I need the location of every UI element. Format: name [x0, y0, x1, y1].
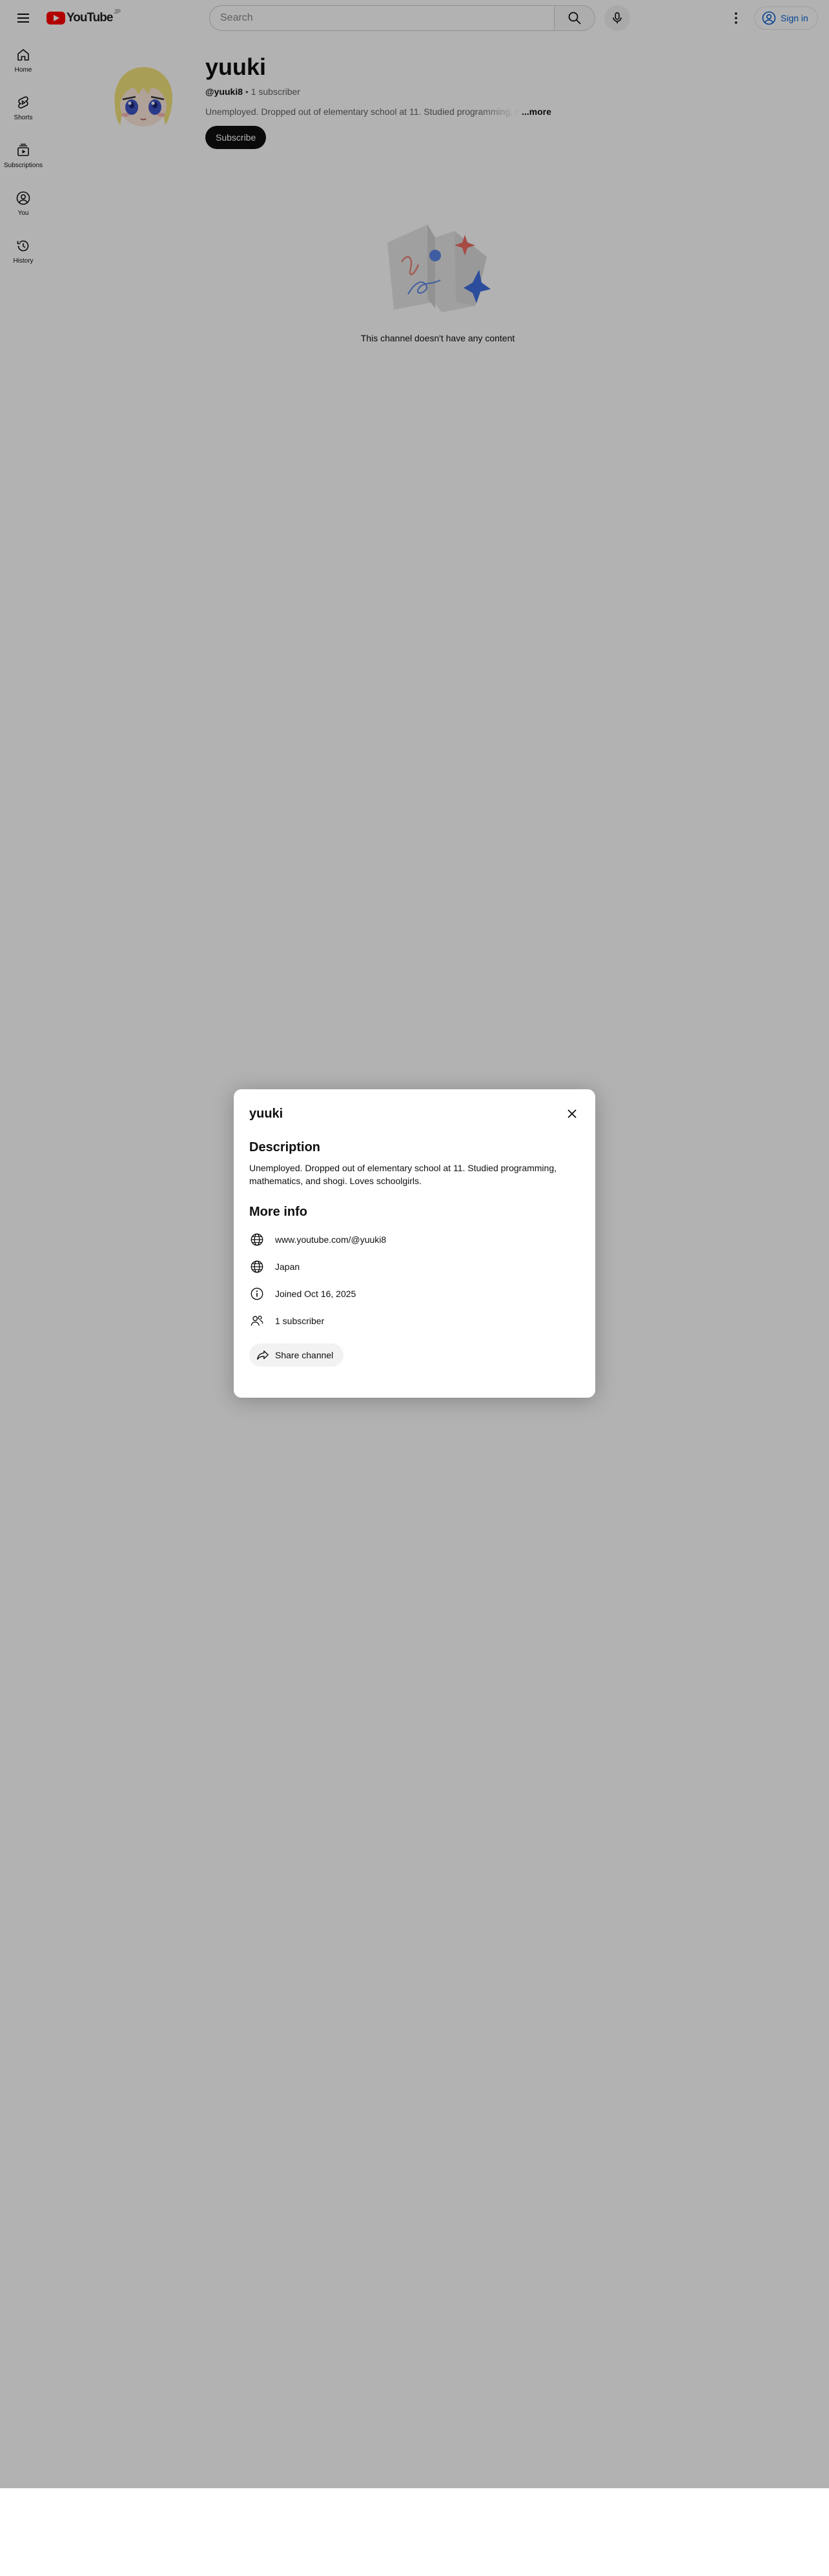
joined-date-text: Joined Oct 16, 2025 — [275, 1289, 356, 1299]
dialog-title: yuuki — [249, 1107, 283, 1121]
info-row-country: Japan — [249, 1253, 580, 1280]
info-row-subscribers: 1 subscriber — [249, 1307, 580, 1334]
subscriber-count-text: 1 subscriber — [275, 1316, 325, 1326]
share-channel-label: Share channel — [275, 1350, 334, 1360]
info-row-channel-url[interactable]: www.youtube.com/@yuuki8 — [249, 1226, 580, 1253]
globe-icon — [249, 1232, 265, 1247]
close-button[interactable] — [562, 1103, 582, 1124]
close-icon — [568, 1109, 577, 1118]
share-channel-button[interactable]: Share channel — [249, 1343, 344, 1367]
description-heading: Description — [249, 1140, 321, 1154]
globe-icon — [249, 1259, 265, 1274]
country-text: Japan — [275, 1262, 300, 1272]
info-icon — [249, 1286, 265, 1302]
more-info-heading: More info — [249, 1205, 307, 1219]
share-icon — [257, 1350, 269, 1360]
people-icon — [249, 1313, 265, 1329]
channel-url-text: www.youtube.com/@yuuki8 — [275, 1234, 387, 1245]
about-channel-dialog: yuuki Description Unemployed. Dropped ou… — [234, 1089, 595, 1398]
info-row-joined: Joined Oct 16, 2025 — [249, 1280, 580, 1307]
description-text: Unemployed. Dropped out of elementary sc… — [249, 1163, 557, 1186]
